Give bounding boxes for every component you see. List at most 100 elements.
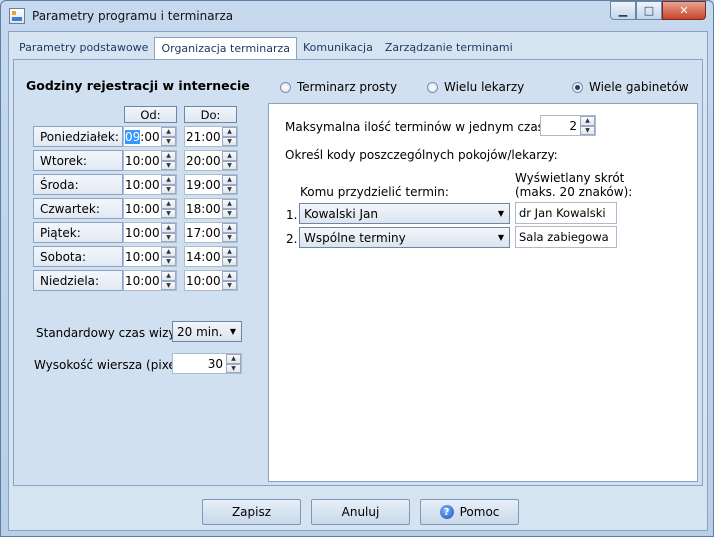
from-time-wednesday[interactable]: 10:00 ▲ ▼ [123,174,177,195]
tab-strip: Parametry podstawowe Organizacja termina… [13,37,519,60]
day-label-wednesday: Środa: [33,174,123,195]
assign-select-1[interactable]: Kowalski Jan ▼ [299,203,510,224]
help-icon: ? [439,505,454,519]
offices-panel: Maksymalna ilość terminów w jednym czasi… [268,103,698,482]
spin-up-icon[interactable]: ▲ [161,127,176,137]
visit-time-label: Standardowy czas wizyty: [36,326,191,340]
radio-many-offices[interactable]: Wiele gabinetów [572,80,689,94]
maximize-button[interactable]: □ [636,1,662,20]
spin-up-icon[interactable]: ▲ [161,271,176,281]
spin-down-icon[interactable]: ▼ [161,280,176,290]
help-button[interactable]: ? Pomoc [420,499,519,525]
from-time-monday[interactable]: 09:00 ▲ ▼ [123,126,177,147]
assign-select-2[interactable]: Wspólne terminy ▼ [299,227,510,248]
visit-time-value: 20 min. [177,324,223,339]
max-appointments-value: 2 [569,118,577,133]
spin-up-icon[interactable]: ▲ [222,271,237,281]
tab-schedule-organization[interactable]: Organizacja terminarza [154,37,297,60]
spin-up-icon[interactable]: ▲ [226,354,241,364]
from-time-friday[interactable]: 10:00 ▲ ▼ [123,222,177,243]
spin-down-icon[interactable]: ▼ [222,280,237,290]
spin-down-icon[interactable]: ▼ [222,136,237,146]
tab-page: Godziny rejestracji w internecie Od: Do:… [13,59,703,486]
spin-down-icon[interactable]: ▼ [226,363,241,373]
to-time-sunday[interactable]: 10:00 ▲ ▼ [184,270,238,291]
dialog-window: Parametry programu i terminarza ▁ □ ✕ Pa… [0,0,714,537]
spin-up-icon[interactable]: ▲ [161,151,176,161]
tab-communication[interactable]: Komunikacja [297,37,379,59]
to-time-saturday[interactable]: 14:00 ▲ ▼ [184,246,238,267]
from-column-header: Od: [124,106,177,123]
spin-down-icon[interactable]: ▼ [222,232,237,242]
to-time-monday[interactable]: 21:00 ▲ ▼ [184,126,238,147]
spin-up-icon[interactable]: ▲ [222,247,237,257]
time-value: 10:00 [125,201,160,216]
to-time-tuesday[interactable]: 20:00 ▲ ▼ [184,150,238,171]
spin-up-icon[interactable]: ▲ [161,223,176,233]
minimize-icon: ▁ [618,4,628,17]
time-value: 18:00 [186,201,221,216]
short-name-input-2[interactable]: Sala zabiegowa [515,226,617,248]
spin-up-icon[interactable]: ▲ [222,175,237,185]
from-time-saturday[interactable]: 10:00 ▲ ▼ [123,246,177,267]
spin-down-icon[interactable]: ▼ [161,208,176,218]
spin-down-icon[interactable]: ▼ [161,160,176,170]
cancel-button[interactable]: Anuluj [311,499,410,525]
time-value: 10:00 [125,273,160,288]
spin-up-icon[interactable]: ▲ [580,116,595,126]
time-value: 21:00 [186,129,221,144]
codes-label: Określ kody poszczególnych pokojów/lekar… [285,148,558,162]
chevron-down-icon: ▼ [497,209,505,218]
max-appointments-label: Maksymalna ilość terminów w jednym czasi… [285,120,559,134]
spin-down-icon[interactable]: ▼ [161,232,176,242]
internet-hours-heading: Godziny rejestracji w internecie [26,78,250,93]
spin-down-icon[interactable]: ▼ [222,208,237,218]
spin-up-icon[interactable]: ▲ [222,223,237,233]
radio-icon [427,81,438,93]
from-time-thursday[interactable]: 10:00 ▲ ▼ [123,198,177,219]
spin-down-icon[interactable]: ▼ [161,184,176,194]
help-label: Pomoc [459,505,500,519]
close-button[interactable]: ✕ [662,1,706,20]
spin-down-icon[interactable]: ▼ [161,256,176,266]
save-label: Zapisz [231,505,272,519]
save-button[interactable]: Zapisz [202,499,301,525]
day-label-friday: Piątek: [33,222,123,243]
to-time-thursday[interactable]: 18:00 ▲ ▼ [184,198,238,219]
row-height-spinner[interactable]: 30 ▲ ▼ [172,353,242,374]
minimize-button[interactable]: ▁ [610,1,636,20]
spin-up-icon[interactable]: ▲ [222,127,237,137]
spin-up-icon[interactable]: ▲ [161,175,176,185]
from-time-tuesday[interactable]: 10:00 ▲ ▼ [123,150,177,171]
spin-up-icon[interactable]: ▲ [222,151,237,161]
spin-up-icon[interactable]: ▲ [222,199,237,209]
radio-label: Wiele gabinetów [589,80,689,94]
to-time-wednesday[interactable]: 19:00 ▲ ▼ [184,174,238,195]
from-time-sunday[interactable]: 10:00 ▲ ▼ [123,270,177,291]
chevron-down-icon: ▼ [497,233,505,242]
spin-down-icon[interactable]: ▼ [222,256,237,266]
dialog-content: Parametry podstawowe Organizacja termina… [8,31,708,531]
spin-up-icon[interactable]: ▲ [161,199,176,209]
visit-time-select[interactable]: 20 min. ▼ [172,321,242,342]
time-value: 17:00 [186,225,221,240]
spin-down-icon[interactable]: ▼ [580,125,595,135]
title-bar[interactable]: Parametry programu i terminarza ▁ □ ✕ [1,1,713,30]
short-name-header: Wyświetlany skrót [515,171,625,185]
time-value: 09 [125,129,141,144]
spin-down-icon[interactable]: ▼ [222,160,237,170]
to-time-friday[interactable]: 17:00 ▲ ▼ [184,222,238,243]
tab-basic-params[interactable]: Parametry podstawowe [13,37,154,59]
time-value: :00 [140,129,160,144]
short-name-input-1[interactable]: dr Jan Kowalski [515,202,617,224]
tab-appointment-management[interactable]: Zarządzanie terminami [379,37,519,59]
spin-down-icon[interactable]: ▼ [161,136,176,146]
radio-many-doctors[interactable]: Wielu lekarzy [427,80,524,94]
radio-simple-schedule[interactable]: Terminarz prosty [280,80,397,94]
time-value: 10:00 [125,225,160,240]
max-appointments-spinner[interactable]: 2 ▲ ▼ [540,115,596,136]
day-label-saturday: Sobota: [33,246,123,267]
spin-up-icon[interactable]: ▲ [161,247,176,257]
time-value: 10:00 [186,273,221,288]
spin-down-icon[interactable]: ▼ [222,184,237,194]
